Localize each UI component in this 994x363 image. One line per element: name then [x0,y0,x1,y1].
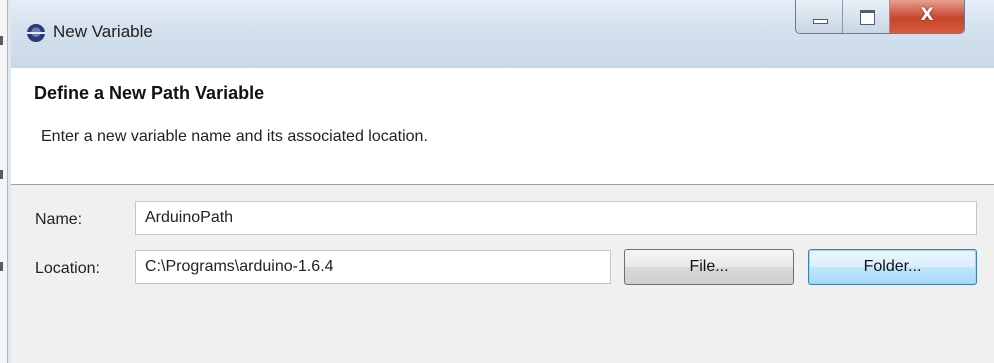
new-variable-dialog: New Variable X Define a New Path Variabl… [11,0,994,363]
dialog-header: Define a New Path Variable Enter a new v… [11,67,994,185]
dialog-heading: Define a New Path Variable [34,83,265,103]
variable-form: Name: Location: File... Folder... [11,186,994,363]
window-title: New Variable [53,22,153,41]
edge-tick [0,262,3,271]
edge-tick [0,170,3,179]
caption-buttons: X [795,0,965,34]
close-icon: X [920,5,934,25]
title-bar[interactable]: New Variable X [11,0,994,67]
close-button[interactable]: X [890,0,964,33]
edge-tick [0,36,3,45]
background-window-edge [0,0,11,363]
maximize-button[interactable] [843,0,890,33]
dialog-description: Enter a new variable name and its associ… [41,128,428,145]
location-label: Location: [35,260,100,277]
minimize-button[interactable] [796,0,843,33]
file-button[interactable]: File... [624,249,794,285]
folder-button[interactable]: Folder... [808,249,977,285]
name-field[interactable] [135,201,977,235]
location-field[interactable] [135,250,611,284]
name-label: Name: [35,211,83,228]
eclipse-logo-icon [27,24,45,42]
